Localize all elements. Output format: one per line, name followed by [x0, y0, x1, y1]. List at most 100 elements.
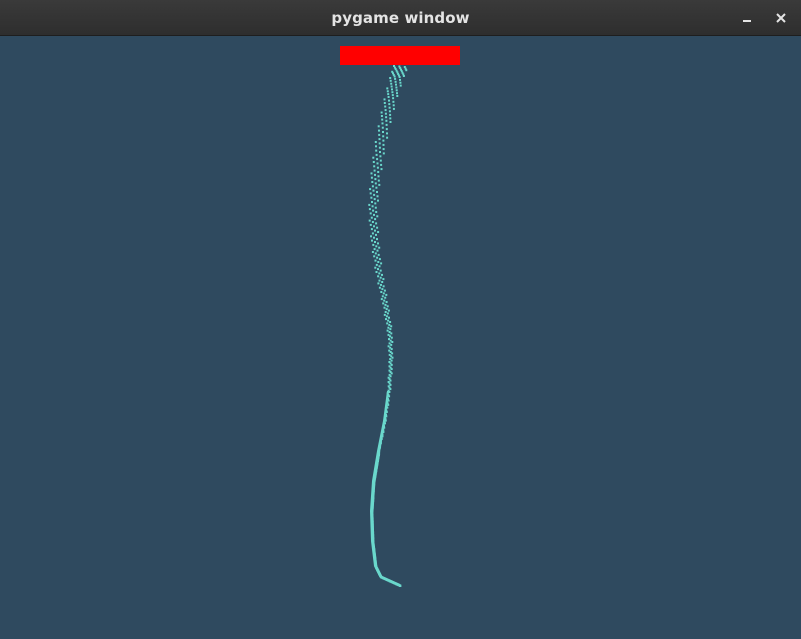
trail-particle — [370, 228, 373, 231]
trail-particle — [373, 165, 376, 168]
paddle — [340, 46, 460, 65]
trail-particle — [380, 115, 383, 117]
trail-particle — [380, 262, 383, 265]
trail-particle — [391, 91, 394, 94]
trail-particle — [389, 388, 392, 391]
trail-particle — [375, 153, 378, 156]
trail-particle — [372, 243, 375, 246]
trail-particle — [380, 298, 383, 301]
trail-particle — [374, 202, 377, 205]
trail-particle — [368, 208, 371, 211]
trail-particle — [389, 77, 392, 79]
trail-particle — [372, 209, 375, 212]
trail-particle — [385, 301, 388, 303]
trail-particle — [379, 276, 382, 279]
trail-particle — [389, 321, 392, 323]
trail-particle — [382, 139, 385, 142]
game-canvas[interactable] — [0, 36, 801, 639]
trail-particle — [369, 192, 372, 195]
trail-particle — [378, 183, 381, 186]
trail-particle — [371, 181, 374, 183]
trail-particle — [383, 299, 386, 302]
trail-particle — [387, 309, 390, 312]
trail-particle — [379, 159, 382, 162]
trail-particle — [374, 141, 377, 143]
trail-particle — [374, 266, 377, 269]
trail-particle — [389, 379, 392, 382]
trail-particle — [373, 198, 376, 201]
title-bar[interactable]: pygame window — [0, 0, 801, 36]
trail-particle — [376, 256, 379, 259]
trail-particle — [383, 289, 386, 292]
trail-particle — [378, 258, 381, 261]
trail-particle — [377, 242, 379, 245]
trail-particle — [373, 169, 376, 172]
trail-particle — [377, 231, 380, 233]
trail-particle — [389, 117, 392, 120]
trail-particle — [405, 69, 408, 72]
window-title: pygame window — [331, 8, 470, 27]
close-icon — [776, 13, 786, 23]
trail-particle — [382, 152, 385, 155]
trail-particle — [389, 113, 392, 116]
close-button[interactable] — [771, 8, 791, 28]
trail-particle — [371, 232, 374, 235]
trail-particle — [378, 279, 381, 282]
trail-particle — [371, 251, 374, 253]
trail-particle — [374, 218, 377, 221]
trail-particle — [391, 88, 393, 91]
trail-particle — [386, 90, 389, 93]
trail-particle — [380, 283, 382, 286]
trail-particle — [372, 161, 375, 163]
trail-particle — [374, 173, 376, 176]
trail-particle — [382, 148, 385, 151]
trail-particle — [373, 255, 376, 258]
trail-particle — [375, 222, 378, 225]
trail-particle — [392, 104, 395, 107]
trail-particle — [375, 233, 377, 236]
trail-particle — [388, 99, 390, 102]
trail-particle — [388, 323, 391, 326]
trail-particle — [374, 229, 376, 232]
trail-particle — [370, 216, 373, 219]
trail-particle — [382, 292, 385, 295]
trail-particle — [382, 143, 385, 146]
trail-particle — [385, 123, 388, 126]
trail-particle — [380, 111, 383, 114]
trail-particle — [378, 265, 381, 268]
trail-particle — [394, 80, 397, 83]
minimize-button[interactable] — [737, 8, 757, 28]
trail-particle — [379, 269, 382, 272]
trail-particle — [390, 85, 393, 88]
trail-particle — [390, 325, 393, 328]
trail-particle — [392, 100, 395, 103]
trail-particle — [384, 105, 387, 108]
trail-particle — [385, 315, 388, 318]
trail-particle — [384, 109, 387, 112]
trail-particle — [368, 219, 371, 222]
trail-particle — [382, 278, 385, 281]
trail-particle — [385, 116, 388, 119]
trail-particle — [381, 118, 384, 121]
trail-particle — [385, 119, 388, 122]
trail-particle — [373, 193, 376, 196]
trail-particle — [377, 268, 379, 271]
trail-particle — [393, 75, 396, 78]
trail-particle — [381, 281, 384, 283]
trail-particle — [392, 107, 395, 110]
trail-particle — [396, 95, 399, 97]
trail-particle — [371, 221, 374, 223]
trail-particle — [399, 78, 401, 81]
trail-particle — [381, 126, 384, 129]
trail-particle — [381, 273, 383, 276]
trail-particle — [394, 77, 397, 80]
trail-particle — [377, 125, 380, 128]
trail-particle — [389, 383, 392, 386]
trail-particle — [374, 178, 377, 181]
trail-particle — [386, 132, 388, 135]
trail-particle — [377, 253, 380, 256]
trail-particle — [383, 306, 386, 309]
trail-particle — [374, 259, 377, 262]
trail-particle — [379, 155, 382, 158]
trail-particle — [372, 189, 375, 192]
